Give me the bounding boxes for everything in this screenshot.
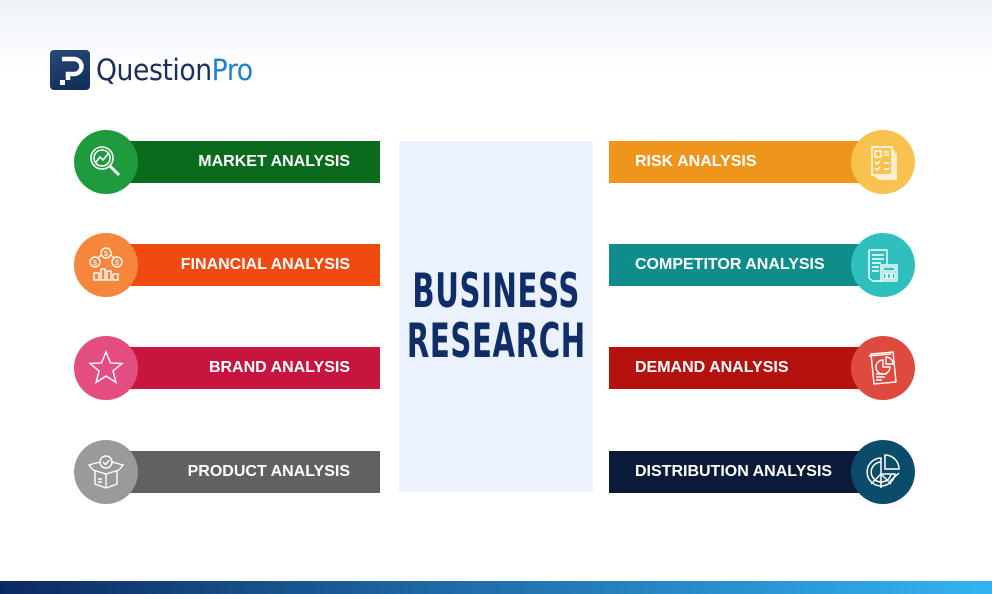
item-label: DEMAND ANALYSIS: [635, 359, 789, 376]
market-analysis-item: MARKET ANALYSIS: [74, 130, 380, 194]
item-label: RISK ANALYSIS: [635, 153, 757, 170]
item-bar: COMPETITOR ANALYSIS: [609, 244, 859, 286]
item-bar: DISTRIBUTION ANALYSIS: [609, 451, 859, 493]
item-label: BRAND ANALYSIS: [208, 359, 350, 376]
item-label: DISTRIBUTION ANALYSIS: [635, 463, 833, 480]
item-bar: FINANCIAL ANALYSIS: [130, 244, 380, 286]
questionpro-logo: QuestionPro: [50, 50, 266, 90]
magnifier-trend-icon: [74, 130, 138, 194]
footer-gradient-bar: [0, 581, 992, 594]
svg-text:$: $: [104, 251, 108, 258]
item-bar: RISK ANALYSIS: [609, 141, 859, 183]
item-bar: MARKET ANALYSIS: [130, 141, 380, 183]
product-analysis-item: PRODUCT ANALYSIS: [74, 440, 380, 504]
item-bar: DEMAND ANALYSIS: [609, 347, 859, 389]
item-label: COMPETITOR ANALYSIS: [635, 256, 825, 273]
svg-text:$: $: [115, 260, 119, 267]
open-box-icon: [74, 440, 138, 504]
svg-text:$: $: [93, 260, 97, 267]
pie-chart-icon: [851, 440, 915, 504]
demand-analysis-item: DEMAND ANALYSIS: [609, 336, 915, 400]
brand-analysis-item: BRAND ANALYSIS: [74, 336, 380, 400]
competitor-analysis-item: COMPETITOR ANALYSIS: [609, 233, 915, 297]
item-bar: PRODUCT ANALYSIS: [130, 451, 380, 493]
star-icon: [74, 336, 138, 400]
money-chart-icon: $ $ $: [74, 233, 138, 297]
logo-mark-icon: [50, 50, 90, 90]
logo-text-main: Question: [96, 53, 212, 87]
report-pie-icon: [851, 336, 915, 400]
logo-text-accent: Pro: [211, 53, 253, 87]
logo-wordmark: QuestionPro: [96, 53, 253, 87]
center-title-line2: RESEARCH: [406, 313, 586, 369]
business-research-panel: BUSINESS RESEARCH: [399, 141, 593, 492]
item-label: FINANCIAL ANALYSIS: [180, 256, 350, 273]
financial-analysis-item: FINANCIAL ANALYSIS $ $ $: [74, 233, 380, 297]
document-calculator-icon: [851, 233, 915, 297]
item-label: MARKET ANALYSIS: [198, 153, 350, 170]
checklist-document-icon: [851, 130, 915, 194]
distribution-analysis-item: DISTRIBUTION ANALYSIS: [609, 440, 915, 504]
risk-analysis-item: RISK ANALYSIS: [609, 130, 915, 194]
item-label: PRODUCT ANALYSIS: [187, 463, 350, 480]
item-bar: BRAND ANALYSIS: [130, 347, 380, 389]
center-title-line1: BUSINESS: [412, 263, 580, 319]
